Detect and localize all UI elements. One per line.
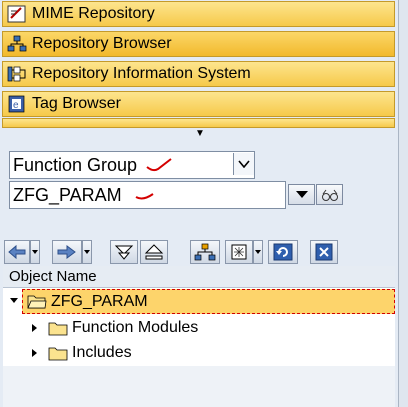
tree-empty-area — [3, 366, 395, 407]
nav-tag-browser[interactable]: e Tag Browser — [2, 91, 395, 117]
hierarchy-icon — [194, 243, 216, 261]
refresh-icon — [273, 243, 293, 261]
nav-label: Tag Browser — [32, 95, 121, 112]
expand-triangle-icon[interactable] — [32, 349, 37, 357]
glasses-icon — [321, 189, 338, 201]
annotation-check-icon — [146, 158, 172, 172]
nav-repository-information-system[interactable]: Repository Information System — [2, 61, 395, 87]
back-button[interactable] — [4, 240, 30, 264]
display-dropdown[interactable] — [253, 240, 263, 264]
svg-text:e: e — [13, 100, 19, 111]
nav-label: Repository Information System — [32, 65, 251, 82]
forward-history-dropdown[interactable] — [82, 240, 92, 264]
refresh-button[interactable] — [268, 240, 298, 264]
back-history-dropdown[interactable] — [30, 240, 40, 264]
mime-icon — [6, 4, 28, 24]
nav-repository-browser[interactable]: Repository Browser — [2, 31, 395, 57]
display-icon — [231, 244, 247, 260]
tree-node-function-modules[interactable]: Function Modules — [32, 317, 198, 339]
forward-button[interactable] — [52, 240, 82, 264]
expand-arrow-icon[interactable]: ▼ — [195, 129, 205, 139]
expand-button[interactable] — [140, 240, 168, 264]
folder-icon — [48, 346, 68, 361]
collapse-button[interactable] — [110, 240, 138, 264]
close-button[interactable] — [310, 240, 338, 264]
column-header-label: Object Name — [9, 268, 97, 285]
tree-node-label: ZFG_PARAM — [51, 292, 148, 310]
dropdown-arrow-icon — [295, 190, 308, 198]
tree-node-label: Function Modules — [72, 319, 199, 336]
tree-node-includes[interactable]: Includes — [32, 342, 132, 364]
nav-label: MIME Repository — [32, 5, 155, 22]
folder-icon — [48, 321, 68, 336]
display-object-button[interactable] — [225, 240, 253, 264]
tree-column-header[interactable]: Object Name — [3, 266, 395, 288]
back-arrow-icon — [8, 244, 26, 260]
folder-open-icon — [27, 294, 47, 309]
vertical-scrollbar[interactable] — [398, 0, 408, 407]
info-system-icon — [6, 64, 28, 84]
object-name-input[interactable]: ZFG_PARAM — [9, 181, 286, 209]
expand-icon — [144, 244, 164, 260]
annotation-check-icon — [135, 193, 154, 200]
collapse-triangle-icon[interactable] — [10, 298, 18, 303]
object-name-value: ZFG_PARAM — [13, 184, 122, 205]
object-name-dropdown-button[interactable] — [288, 184, 315, 205]
object-type-value: Function Group — [13, 154, 138, 175]
dropdown-arrow-icon[interactable] — [233, 153, 254, 175]
hierarchy-button[interactable] — [190, 240, 220, 264]
hierarchy-icon — [6, 34, 28, 54]
tag-icon: e — [6, 94, 28, 114]
tree-node-label: Includes — [72, 344, 132, 361]
collapse-icon — [114, 245, 134, 260]
object-type-select[interactable]: Function Group — [9, 151, 255, 179]
close-icon — [315, 243, 333, 261]
tree-root-node[interactable]: ZFG_PARAM — [22, 289, 395, 314]
nav-label: Repository Browser — [32, 35, 172, 52]
nav-mime-repository[interactable]: MIME Repository — [2, 1, 395, 27]
expand-triangle-icon[interactable] — [32, 324, 37, 332]
display-button[interactable] — [316, 184, 343, 205]
forward-arrow-icon — [57, 245, 76, 259]
collapsed-nav-bar[interactable] — [2, 118, 395, 128]
